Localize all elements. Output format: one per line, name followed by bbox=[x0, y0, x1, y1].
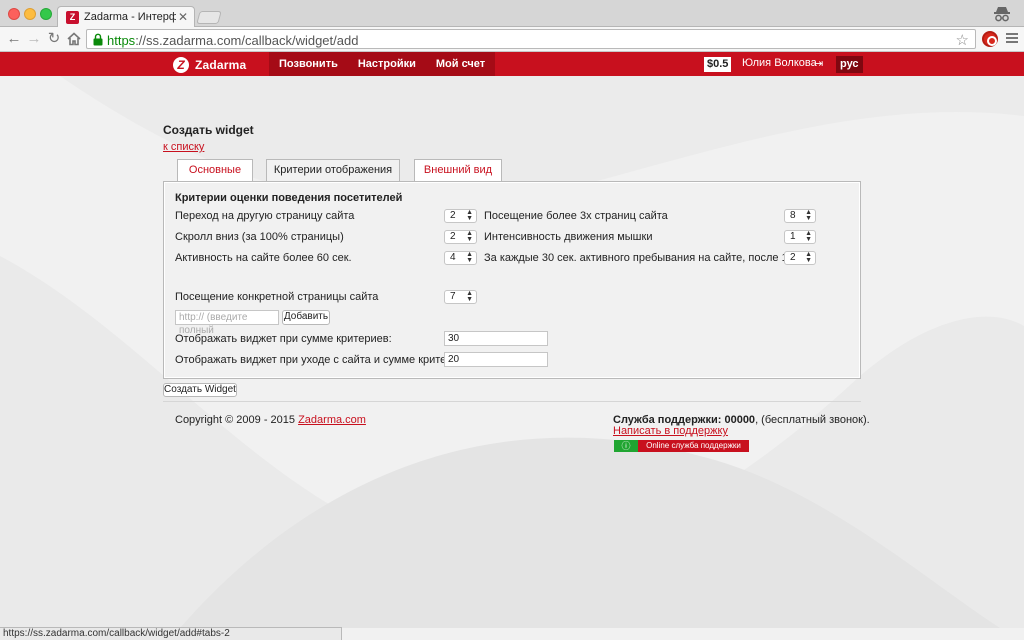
incognito-icon[interactable] bbox=[992, 4, 1012, 24]
url-scheme: https bbox=[107, 33, 136, 48]
browser-status-bar: https://ss.zadarma.com/callback/widget/a… bbox=[0, 627, 342, 640]
url-text: https://ss.zadarma.com/callback/widget/a… bbox=[107, 33, 358, 48]
copyright-link[interactable]: Zadarma.com bbox=[298, 414, 366, 426]
criterion-label: Активность на сайте более 60 сек. bbox=[175, 252, 352, 264]
url-path: ://ss.zadarma.com/callback/widget/add bbox=[135, 33, 359, 48]
support-phone-note: , (бесплатный звонок). bbox=[755, 414, 870, 426]
main-nav: Позвонить Настройки Мой счет bbox=[269, 52, 496, 76]
nav-settings[interactable]: Настройки bbox=[348, 52, 426, 76]
back-arrow-icon[interactable]: ← bbox=[6, 31, 22, 47]
reload-icon[interactable]: ↻ bbox=[46, 31, 62, 47]
criteria-heading: Критерии оценки поведения посетителей bbox=[175, 192, 403, 204]
opera-extension-icon[interactable] bbox=[982, 31, 998, 47]
footer-divider bbox=[163, 401, 861, 402]
home-icon[interactable] bbox=[66, 31, 82, 47]
select-value: 8 bbox=[790, 210, 796, 221]
lock-icon bbox=[93, 33, 103, 46]
select-value: 7 bbox=[450, 291, 456, 302]
window-titlebar: Z Zadarma - Интерфейс поль ✕ bbox=[0, 0, 1024, 28]
select-value: 4 bbox=[450, 252, 456, 263]
criterion-label: Переход на другую страницу сайта bbox=[175, 210, 355, 222]
copyright-text: Copyright © 2009 - 2015 bbox=[175, 414, 296, 426]
criterion-select[interactable]: 8 ▲ ▼ bbox=[784, 209, 816, 223]
address-bar[interactable]: https://ss.zadarma.com/callback/widget/a… bbox=[86, 29, 976, 49]
language-switch[interactable]: рус bbox=[836, 56, 863, 73]
specific-page-label: Посещение конкретной страницы сайта bbox=[175, 291, 379, 303]
criterion-select[interactable]: 4 ▲ ▼ bbox=[444, 251, 477, 265]
select-value: 1 bbox=[790, 231, 796, 242]
criterion-select[interactable]: 2 ▲ ▼ bbox=[444, 209, 477, 223]
browser-tab-active[interactable]: Z Zadarma - Интерфейс поль ✕ bbox=[57, 6, 195, 28]
select-arrows-icon: ▲ ▼ bbox=[805, 209, 812, 222]
close-tab-icon[interactable]: ✕ bbox=[178, 10, 188, 24]
browser-tab-title: Zadarma - Интерфейс поль bbox=[84, 11, 176, 23]
create-widget-button[interactable]: Создать Widget bbox=[163, 383, 237, 397]
select-arrows-icon: ▲ ▼ bbox=[805, 251, 812, 264]
select-arrows-icon: ▲ ▼ bbox=[805, 230, 812, 243]
maximize-window-icon[interactable] bbox=[40, 8, 52, 20]
leave-criteria-input[interactable]: 20 bbox=[444, 352, 548, 367]
site-header: Z Zadarma Позвонить Настройки Мой счет $… bbox=[0, 52, 1024, 76]
criterion-label: За каждые 30 сек. активного пребывания н… bbox=[484, 252, 814, 264]
tab-appearance[interactable]: Внешний вид bbox=[414, 159, 502, 182]
write-support-link[interactable]: Написать в поддержку bbox=[613, 425, 728, 437]
nav-call[interactable]: Позвонить bbox=[269, 52, 348, 76]
minimize-window-icon[interactable] bbox=[24, 8, 36, 20]
criterion-select[interactable]: 1 ▲ ▼ bbox=[784, 230, 816, 244]
new-tab-button[interactable] bbox=[196, 11, 222, 24]
leave-criteria-label: Отображать виджет при уходе с сайта и су… bbox=[175, 354, 474, 366]
criterion-label: Скролл вниз (за 100% страницы) bbox=[175, 231, 344, 243]
select-value: 2 bbox=[450, 231, 456, 242]
select-arrows-icon: ▲ ▼ bbox=[466, 251, 473, 264]
browser-toolbar: ← → ↻ https://ss.zadarma.com/callback/wi… bbox=[0, 27, 1024, 52]
zadarma-logo[interactable]: Z Zadarma bbox=[173, 56, 246, 73]
criterion-label: Интенсивность движения мышки bbox=[484, 231, 653, 243]
specific-page-select[interactable]: 7 ▲ ▼ bbox=[444, 290, 477, 304]
select-arrows-icon: ▲ ▼ bbox=[466, 209, 473, 222]
back-to-list-link[interactable]: к списку bbox=[163, 141, 204, 153]
tab-main[interactable]: Основные bbox=[177, 159, 253, 182]
logout-icon[interactable]: ⇥ bbox=[814, 57, 823, 70]
forward-arrow-icon[interactable]: → bbox=[26, 31, 42, 47]
sum-criteria-label: Отображать виджет при сумме критериев: bbox=[175, 333, 392, 345]
criterion-label: Посещение более 3х страниц сайта bbox=[484, 210, 668, 222]
info-icon: ⓘ bbox=[614, 440, 638, 452]
select-arrows-icon: ▲ ▼ bbox=[466, 230, 473, 243]
copyright: Copyright © 2009 - 2015 Zadarma.com bbox=[175, 414, 366, 426]
select-arrows-icon: ▲ ▼ bbox=[466, 290, 473, 303]
select-value: 2 bbox=[450, 210, 456, 221]
online-support-label: Online служба поддержки bbox=[638, 440, 749, 452]
page-title: Создать widget bbox=[163, 123, 254, 137]
user-name[interactable]: Юлия Волкова bbox=[742, 57, 817, 69]
balance-badge[interactable]: $0.5 bbox=[704, 57, 732, 72]
tab-criteria[interactable]: Критерии отображения bbox=[266, 159, 400, 182]
logo-text: Zadarma bbox=[195, 57, 247, 72]
browser-menu-icon[interactable] bbox=[1006, 33, 1018, 45]
bookmark-star-icon[interactable]: ☆ bbox=[956, 31, 969, 49]
online-support-button[interactable]: ⓘ Online служба поддержки bbox=[614, 440, 749, 452]
add-page-button[interactable]: Добавить bbox=[282, 310, 330, 325]
page-url-input[interactable]: http:// (введите полный bbox=[175, 310, 279, 336]
nav-account[interactable]: Мой счет bbox=[426, 52, 495, 76]
zadarma-logo-icon: Z bbox=[173, 56, 189, 73]
criterion-select[interactable]: 2 ▲ ▼ bbox=[444, 230, 477, 244]
sum-criteria-input[interactable]: 30 bbox=[444, 331, 548, 346]
select-value: 2 bbox=[790, 252, 796, 263]
close-window-icon[interactable] bbox=[8, 8, 20, 20]
criterion-select[interactable]: 2 ▲ ▼ bbox=[784, 251, 816, 265]
zadarma-favicon-icon: Z bbox=[66, 11, 79, 24]
